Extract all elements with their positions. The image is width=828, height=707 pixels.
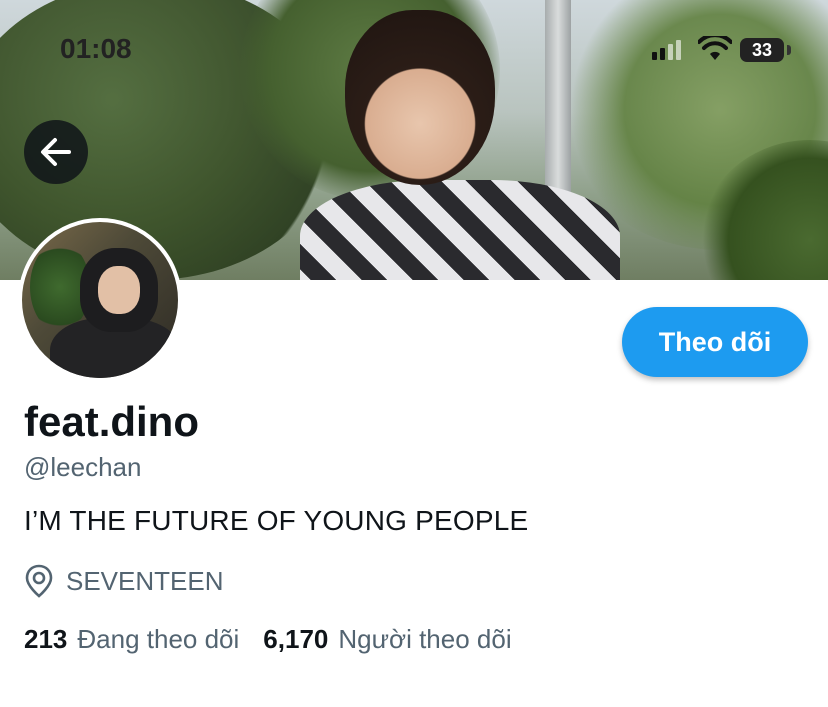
profile-bio: I’M THE FUTURE OF YOUNG PEOPLE (24, 505, 529, 536)
profile-display-name: feat.dino (24, 398, 199, 445)
profile-handle: @leechan (24, 452, 142, 482)
location-label: SEVENTEEN (66, 565, 224, 596)
back-button[interactable] (24, 120, 88, 184)
banner-person-shirt (300, 180, 620, 280)
profile-location: SEVENTEEN (24, 564, 224, 598)
arrow-left-icon (41, 138, 71, 166)
cellular-signal-icon (652, 40, 681, 60)
following-label: Đang theo dõi (77, 624, 240, 654)
status-time: 01:08 (60, 33, 132, 64)
avatar-face (98, 266, 140, 314)
profile-stats: 213 Đang theo dõi 6,170 Người theo dõi (24, 624, 512, 655)
location-pin-icon (25, 564, 53, 598)
followers-label: Người theo dõi (338, 624, 512, 654)
following-link[interactable]: 213 Đang theo dõi (24, 624, 239, 655)
wifi-icon (697, 33, 733, 67)
follow-button[interactable]: Theo dõi (622, 307, 808, 377)
followers-count: 6,170 (263, 624, 329, 654)
followers-link[interactable]: 6,170 Người theo dõi (263, 624, 511, 655)
profile-avatar[interactable] (18, 218, 182, 382)
battery-tip (787, 45, 791, 55)
following-count: 213 (24, 624, 68, 654)
battery-indicator: 33 (740, 38, 784, 62)
banner-person-head (345, 10, 495, 185)
